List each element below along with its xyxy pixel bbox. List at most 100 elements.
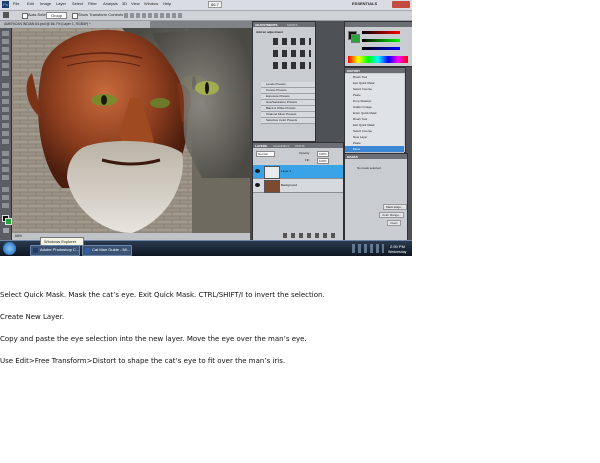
zoom-dropdown[interactable]: 66.7 — [208, 1, 222, 8]
eraser-tool[interactable] — [2, 115, 9, 120]
history-panel-header: HISTORY — [345, 68, 405, 73]
mask-edge-button[interactable]: Mask Edge... — [383, 204, 407, 210]
blur-tool[interactable] — [2, 131, 9, 136]
preset-selective-color[interactable]: Selective Color Presets — [261, 118, 315, 124]
tooltip-text: Windows Explorer — [44, 239, 77, 244]
menu-bar: Ps File Edit Image Layer Select Filter A… — [0, 0, 412, 11]
healing-tool[interactable] — [2, 83, 9, 88]
menu-edit[interactable]: Edit — [27, 1, 34, 6]
pen-tool[interactable] — [2, 151, 9, 156]
menu-image[interactable]: Image — [40, 1, 51, 6]
quick-mask-button[interactable] — [3, 228, 9, 233]
preset-label: Curves Presets — [266, 88, 287, 92]
shape-tool[interactable] — [2, 175, 9, 180]
windows-taskbar: start Windows Explorer Adobe Photoshop C… — [0, 237, 412, 256]
preset-label: Selective Color Presets — [266, 118, 298, 122]
document-tab[interactable]: AMERICAN INDIAN 64.psd @ 66.7% (Layer 1,… — [0, 21, 150, 28]
taskbar-word[interactable]: Cat Man Guide - Mi... — [82, 245, 132, 256]
layer-panel-footer[interactable] — [283, 233, 339, 238]
start-button[interactable]: start — [3, 242, 16, 255]
background-color[interactable] — [5, 218, 12, 225]
3d-rotate-tool[interactable] — [2, 187, 9, 192]
taskbar-photoshop[interactable]: Adobe Photoshop C... — [30, 245, 80, 256]
hand-tool[interactable] — [2, 195, 9, 200]
ps-logo-icon: Ps — [2, 1, 9, 8]
color-swatch-bg[interactable] — [351, 34, 360, 43]
menu-filter[interactable]: Filter — [88, 1, 97, 6]
layer-thumbnail — [264, 180, 280, 193]
path-select-tool[interactable] — [2, 167, 9, 172]
crop-tool[interactable] — [2, 63, 9, 68]
menu-analysis[interactable]: Analysis — [103, 1, 118, 6]
color-ramp[interactable] — [348, 56, 408, 63]
quick-select-tool[interactable] — [2, 55, 9, 60]
menu-file[interactable]: File — [13, 1, 19, 6]
history-item-label: Paste — [353, 141, 361, 145]
preset-label: Channel Mixer Presets — [266, 112, 297, 116]
layer-row-background[interactable]: Background — [253, 179, 343, 193]
history-item-label: Exit Quick Mask — [353, 81, 375, 85]
menu-layer[interactable]: Layer — [56, 1, 66, 6]
paths-tab[interactable]: PATHS — [295, 144, 305, 148]
opacity-input[interactable]: 100% — [317, 151, 329, 157]
masks-panel-header: MASKS — [345, 154, 407, 159]
menu-window[interactable]: Window — [144, 1, 158, 6]
history-item-label: Paste — [353, 93, 361, 97]
adjustments-tab[interactable]: ADJUSTMENTS — [255, 23, 278, 27]
fill-input[interactable]: 100% — [317, 158, 329, 164]
red-slider[interactable] — [362, 31, 400, 34]
history-item-label: Brush Tool — [353, 75, 368, 79]
history-item-label: Select Inverse — [353, 87, 373, 91]
group-select[interactable]: Group — [46, 12, 68, 19]
history-tab[interactable]: HISTORY — [347, 69, 360, 73]
blend-mode-select[interactable]: Normal — [256, 151, 275, 157]
color-range-button[interactable]: Color Range... — [379, 212, 405, 218]
adjustment-icons-row1[interactable] — [273, 38, 311, 45]
type-tool[interactable] — [2, 159, 9, 164]
history-item-label: New Layer — [353, 135, 368, 139]
adjustment-icons-row2[interactable] — [273, 50, 311, 57]
move-tool[interactable] — [2, 31, 9, 36]
zoom-tool[interactable] — [2, 203, 9, 208]
system-tray[interactable] — [352, 244, 384, 253]
masks-tab[interactable]: MASKS — [287, 23, 298, 27]
status-zoom: 66% — [15, 234, 23, 238]
align-buttons[interactable] — [124, 13, 184, 18]
layer-row-layer-1[interactable]: Layer 1 — [253, 165, 343, 179]
workspace-switcher[interactable]: ESSENTIALS — [352, 1, 377, 6]
layer-thumbnail — [264, 166, 280, 179]
green-slider[interactable] — [362, 39, 400, 42]
marquee-tool[interactable] — [2, 39, 9, 44]
history-panel: HISTORY Brush Tool Exit Quick Mask Select … — [344, 67, 406, 153]
clone-stamp-tool[interactable] — [2, 99, 9, 104]
color-panel — [344, 21, 412, 67]
dodge-tool[interactable] — [2, 139, 9, 144]
menu-3d[interactable]: 3D — [122, 1, 127, 6]
brush-tool[interactable] — [2, 91, 9, 96]
window-controls[interactable] — [392, 1, 410, 8]
masks-panel-tab[interactable]: MASKS — [347, 155, 358, 159]
move-tool-icon — [3, 12, 9, 18]
preset-label: Black & White Presets — [266, 106, 296, 110]
document-canvas[interactable] — [12, 28, 250, 233]
no-mask-message: No mask selected — [357, 166, 381, 170]
blue-slider[interactable] — [362, 47, 400, 50]
layers-tab[interactable]: LAYERS — [255, 144, 267, 148]
eye-icon[interactable] — [255, 169, 260, 173]
adjustment-icons-row3[interactable] — [273, 62, 311, 69]
menu-view[interactable]: View — [131, 1, 140, 6]
eyedropper-tool[interactable] — [2, 71, 9, 76]
eye-icon[interactable] — [255, 183, 260, 187]
instruction-step-3: Copy and paste the eye selection into th… — [0, 335, 307, 343]
channels-tab[interactable]: CHANNELS — [273, 144, 289, 148]
preset-label: Exposure Presets — [266, 94, 290, 98]
history-item[interactable]: Move — [345, 146, 404, 153]
menu-select[interactable]: Select — [72, 1, 83, 6]
instruction-step-2: Create New Layer. — [0, 313, 65, 321]
lasso-tool[interactable] — [2, 47, 9, 52]
gradient-tool[interactable] — [2, 123, 9, 128]
document-tab-bar: AMERICAN INDIAN 64.psd @ 66.7% (Layer 1,… — [0, 21, 252, 28]
invert-button[interactable]: Invert — [387, 220, 401, 226]
menu-help[interactable]: Help — [163, 1, 171, 6]
history-brush-tool[interactable] — [2, 107, 9, 112]
